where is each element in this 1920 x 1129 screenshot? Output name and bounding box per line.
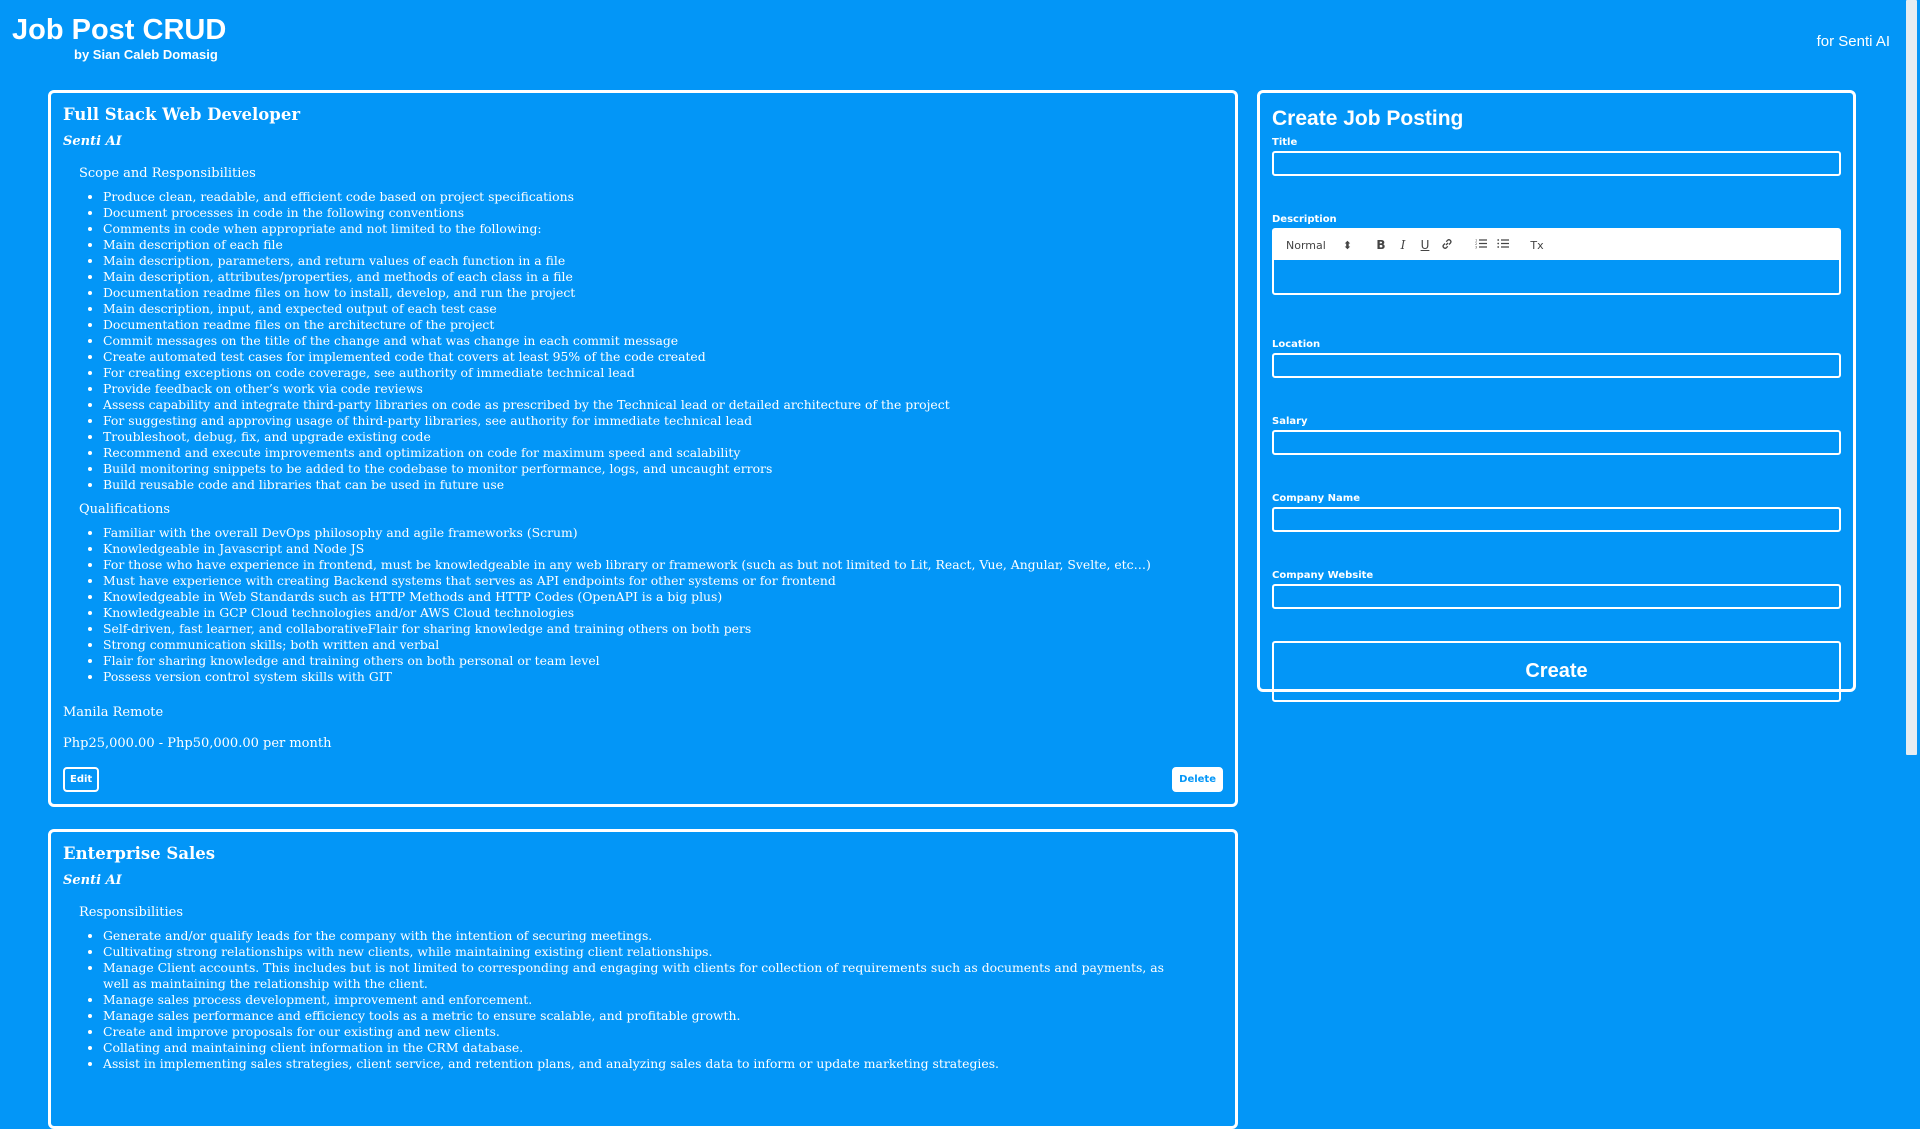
edit-button[interactable]: Edit — [63, 767, 100, 792]
link-icon[interactable] — [1436, 238, 1458, 253]
list-item: Manage sales process development, improv… — [103, 992, 1223, 1008]
list-item: Produce clean, readable, and efficient c… — [103, 189, 1223, 205]
company-website-input[interactable] — [1272, 584, 1841, 609]
app-title: Job Post CRUD — [12, 14, 227, 46]
list-item: Manage Client accounts. This includes bu… — [103, 960, 1223, 992]
list-item: Self-driven, fast learner, and collabora… — [103, 621, 1223, 637]
qualifications-list: Familiar with the overall DevOps philoso… — [63, 525, 1223, 685]
list-item: Collating and maintaining client informa… — [103, 1040, 1223, 1056]
list-item: Main description, parameters, and return… — [103, 253, 1223, 269]
list-item: Possess version control system skills wi… — [103, 669, 1223, 685]
responsibilities-list: Generate and/or qualify leads for the co… — [63, 928, 1223, 1072]
italic-icon[interactable]: I — [1392, 238, 1414, 252]
clear-format-icon[interactable]: Tx — [1526, 239, 1548, 252]
list-item: Strong communication skills; both writte… — [103, 637, 1223, 653]
create-job-form: Create Job Posting Title Description Nor… — [1257, 90, 1856, 702]
location-label: Location — [1272, 339, 1321, 350]
list-item: Knowledgeable in GCP Cloud technologies … — [103, 605, 1223, 621]
description-label: Description — [1272, 214, 1337, 225]
section-heading: Qualifications — [79, 502, 171, 517]
salary-label: Salary — [1272, 416, 1308, 427]
title-label: Title — [1272, 137, 1298, 148]
company-name-input[interactable] — [1272, 507, 1841, 532]
list-item: Build reusable code and libraries that c… — [103, 477, 1223, 493]
list-item: Main description, input, and expected ou… — [103, 301, 1223, 317]
create-button[interactable]: Create — [1272, 641, 1841, 702]
list-item: Provide feedback on other’s work via cod… — [103, 381, 1223, 397]
list-item: For creating exceptions on code coverage… — [103, 365, 1223, 381]
list-item: Recommend and execute improvements and o… — [103, 445, 1223, 461]
format-select[interactable]: Normal ⬍ — [1286, 239, 1352, 252]
underline-icon[interactable]: U — [1414, 238, 1436, 252]
company-name: Senti AI — [63, 873, 122, 888]
section-heading: Responsibilities — [79, 905, 184, 920]
list-item: Cultivating strong relationships with ne… — [103, 944, 1223, 960]
list-item: For suggesting and approving usage of th… — [103, 413, 1223, 429]
list-item: For those who have experience in fronten… — [103, 557, 1223, 573]
list-item: Knowledgeable in Javascript and Node JS — [103, 541, 1223, 557]
list-item: Commit messages on the title of the chan… — [103, 333, 1223, 349]
job-title: Enterprise Sales — [63, 844, 216, 863]
list-item: Troubleshoot, debug, fix, and upgrade ex… — [103, 429, 1223, 445]
salary-input[interactable] — [1272, 430, 1841, 455]
company-name: Senti AI — [63, 134, 122, 149]
scrollbar-thumb[interactable] — [1906, 0, 1917, 755]
job-location: Manila Remote — [63, 705, 164, 720]
delete-button[interactable]: Delete — [1172, 767, 1223, 792]
form-title: Create Job Posting — [1272, 107, 1464, 130]
job-title: Full Stack Web Developer — [63, 105, 301, 124]
list-item: Familiar with the overall DevOps philoso… — [103, 525, 1223, 541]
svg-text:3: 3 — [1475, 246, 1477, 250]
bold-icon[interactable]: B — [1370, 238, 1392, 252]
responsibilities-list: Produce clean, readable, and efficient c… — [63, 189, 1223, 493]
list-item: Assist in implementing sales strategies,… — [103, 1056, 1223, 1072]
list-item: Create automated test cases for implemen… — [103, 349, 1223, 365]
list-item: Documentation readme files on the archit… — [103, 317, 1223, 333]
list-item: Build monitoring snippets to be added to… — [103, 461, 1223, 477]
list-item: Manage sales performance and efficiency … — [103, 1008, 1223, 1024]
description-input[interactable] — [1274, 260, 1839, 293]
editor-toolbar: Normal ⬍ B I U 123 Tx — [1274, 230, 1839, 260]
job-salary: Php25,000.00 - Php50,000.00 per month — [63, 736, 332, 751]
list-item: Flair for sharing knowledge and training… — [103, 653, 1223, 669]
section-heading: Scope and Responsibilities — [79, 166, 256, 181]
select-arrows-icon: ⬍ — [1342, 238, 1352, 252]
description-editor: Normal ⬍ B I U 123 Tx — [1272, 228, 1841, 295]
format-select-value: Normal — [1286, 238, 1326, 252]
app-author: by Sian Caleb Domasig — [74, 47, 218, 62]
list-item: Main description, attributes/properties,… — [103, 269, 1223, 285]
company-website-label: Company Website — [1272, 570, 1374, 581]
list-item: Generate and/or qualify leads for the co… — [103, 928, 1223, 944]
ordered-list-icon[interactable]: 123 — [1470, 238, 1492, 252]
location-input[interactable] — [1272, 353, 1841, 378]
list-item: Must have experience with creating Backe… — [103, 573, 1223, 589]
job-card: Full Stack Web Developer Senti AI Scope … — [48, 90, 1238, 807]
list-item: Assess capability and integrate third-pa… — [103, 397, 1223, 413]
company-name-label: Company Name — [1272, 493, 1360, 504]
brand-label: for Senti AI — [1816, 33, 1890, 50]
title-input[interactable] — [1272, 151, 1841, 176]
list-item: Comments in code when appropriate and no… — [103, 221, 1223, 237]
list-item: Document processes in code in the follow… — [103, 205, 1223, 221]
list-item: Knowledgeable in Web Standards such as H… — [103, 589, 1223, 605]
list-item: Create and improve proposals for our exi… — [103, 1024, 1223, 1040]
page-scrollbar[interactable] — [1903, 0, 1920, 1080]
list-item: Documentation readme files on how to ins… — [103, 285, 1223, 301]
bullet-list-icon[interactable] — [1492, 238, 1514, 252]
card-actions: Edit Delete — [63, 767, 1223, 792]
job-card: Enterprise Sales Senti AI Responsibiliti… — [48, 829, 1238, 1129]
list-item: Main description of each file — [103, 237, 1223, 253]
